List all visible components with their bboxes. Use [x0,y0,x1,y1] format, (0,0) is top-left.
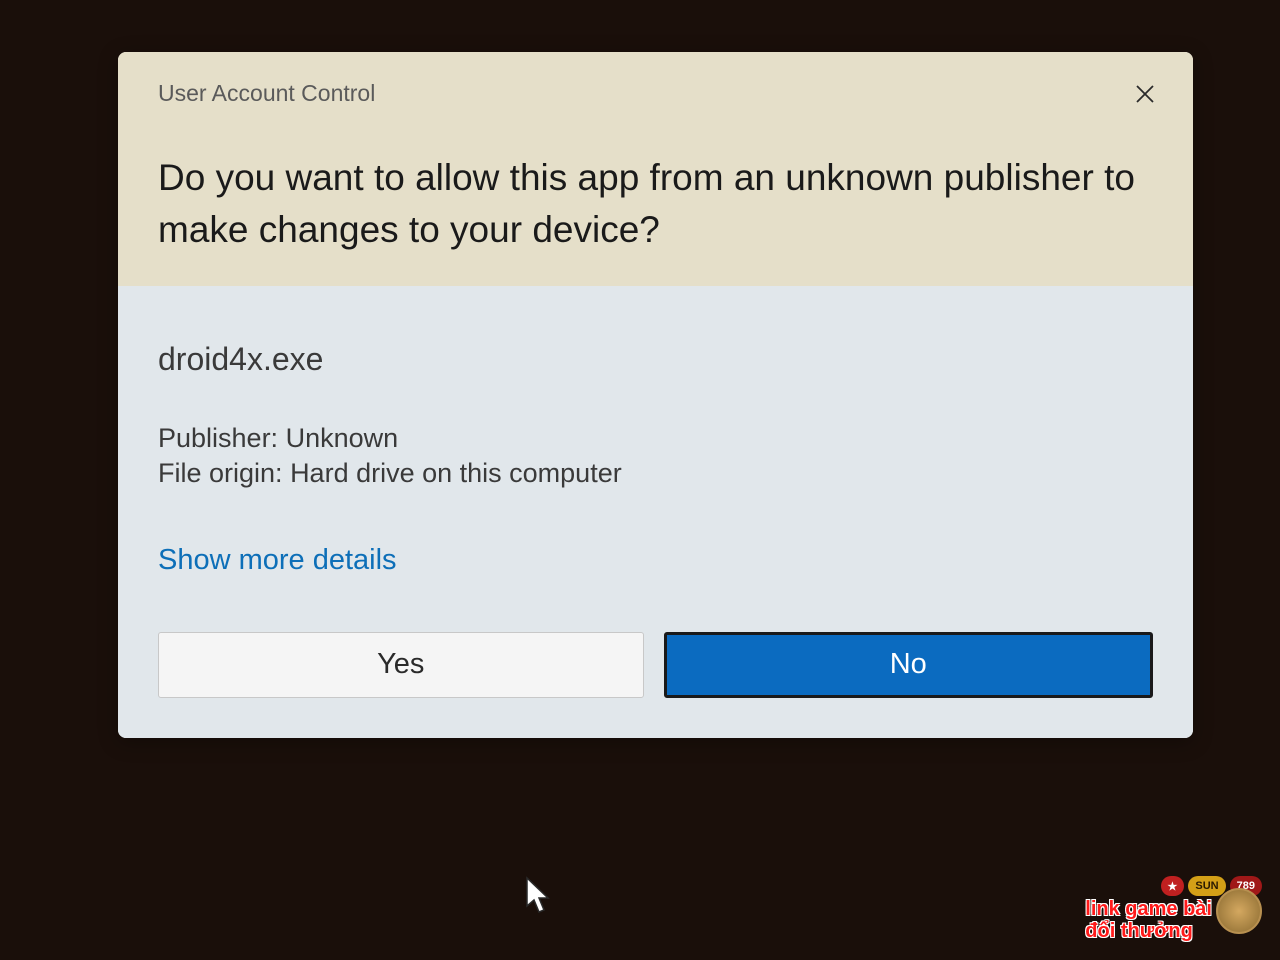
badge-circle-icon [1216,888,1262,934]
publisher-info: Publisher: Unknown [158,423,1153,454]
yes-button[interactable]: Yes [158,632,644,698]
watermark-line1: link game bài [1085,898,1212,920]
origin-value: Hard drive on this computer [290,458,622,488]
button-row: Yes No [158,632,1153,708]
origin-label: File origin: [158,458,283,488]
badge-icon: ★ [1161,876,1185,896]
publisher-label: Publisher: [158,423,278,453]
dialog-title: User Account Control [158,80,1153,107]
cursor-icon [524,876,556,916]
uac-dialog: User Account Control Do you want to allo… [118,52,1193,738]
dialog-body: droid4x.exe Publisher: Unknown File orig… [118,286,1193,738]
publisher-value: Unknown [286,423,399,453]
badge-sun: SUN [1188,876,1225,896]
show-more-details-link[interactable]: Show more details [158,544,397,577]
no-button[interactable]: No [664,632,1154,698]
dialog-header: User Account Control Do you want to allo… [118,52,1193,286]
dialog-question: Do you want to allow this app from an un… [158,152,1153,256]
watermark: ★ SUN 789 link game bài đổi thưởng [1085,876,1262,942]
origin-info: File origin: Hard drive on this computer [158,458,1153,489]
close-button[interactable] [1129,78,1161,110]
watermark-line2: đổi thưởng [1085,920,1212,942]
close-icon [1135,84,1155,104]
app-name: droid4x.exe [158,341,1153,378]
